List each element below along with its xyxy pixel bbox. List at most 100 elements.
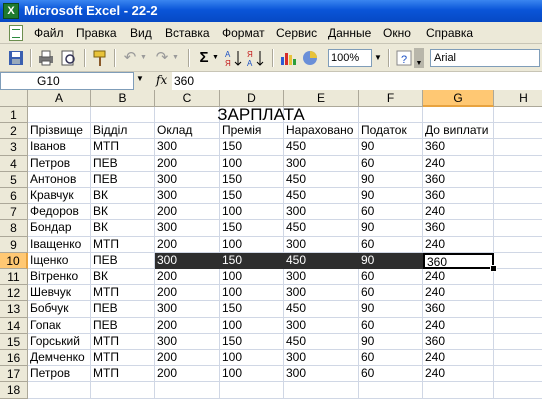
cell-f4[interactable]: 60: [359, 155, 423, 172]
cell-a4[interactable]: Петров: [28, 155, 91, 172]
menu-data[interactable]: Данные: [328, 26, 371, 40]
cell-e10[interactable]: 450: [284, 252, 359, 269]
cell-d10[interactable]: 150: [220, 252, 284, 269]
cell-b8[interactable]: ВК: [91, 220, 155, 237]
fill-handle[interactable]: [490, 265, 497, 272]
print-preview-icon[interactable]: [58, 48, 78, 68]
cell-b11[interactable]: ВК: [91, 269, 155, 286]
spreadsheet-grid[interactable]: A B C D E F G H 1 2 Прізвище Відділ Оклад Премія Нарах…: [0, 90, 542, 420]
cell-d12[interactable]: 100: [220, 285, 284, 302]
cell-g3[interactable]: 360: [423, 139, 494, 156]
cell-d3[interactable]: 150: [220, 139, 284, 156]
column-header-f[interactable]: F: [359, 90, 423, 107]
cell-g18[interactable]: [423, 382, 494, 399]
cell-b16[interactable]: МТП: [91, 350, 155, 367]
print-icon[interactable]: [36, 48, 56, 68]
cell-e13[interactable]: 450: [284, 301, 359, 318]
cell-d16[interactable]: 100: [220, 350, 284, 367]
cell-h8[interactable]: [494, 220, 542, 237]
row-header-9[interactable]: 9: [0, 236, 28, 253]
menu-file[interactable]: Файл: [34, 26, 64, 40]
cell-e9[interactable]: 300: [284, 236, 359, 253]
cell-c15[interactable]: 300: [155, 333, 220, 350]
row-header-17[interactable]: 17: [0, 366, 28, 383]
cell-b9[interactable]: МТП: [91, 236, 155, 253]
menu-format[interactable]: Формат: [222, 26, 265, 40]
redo-dropdown-icon[interactable]: ▼: [172, 48, 182, 68]
row-header-12[interactable]: 12: [0, 285, 28, 302]
cell-b18[interactable]: [91, 382, 155, 399]
cell-f5[interactable]: 90: [359, 171, 423, 188]
menu-edit[interactable]: Правка: [76, 26, 117, 40]
cell-e2[interactable]: Нараховано: [284, 123, 359, 140]
chart-wizard-icon[interactable]: [278, 48, 298, 68]
cell-g9[interactable]: 240: [423, 236, 494, 253]
cell-b6[interactable]: ВК: [91, 188, 155, 205]
cell-g13[interactable]: 360: [423, 301, 494, 318]
cell-h9[interactable]: [494, 237, 542, 253]
cell-b12[interactable]: МТП: [91, 285, 155, 302]
column-header-a[interactable]: A: [28, 90, 91, 107]
cell-c16[interactable]: 200: [155, 350, 220, 367]
cell-f2[interactable]: Податок: [359, 123, 423, 140]
cell-e7[interactable]: 300: [284, 204, 359, 221]
workbook-icon[interactable]: [9, 25, 23, 41]
row-header-10[interactable]: 10: [0, 252, 28, 269]
row-header-13[interactable]: 13: [0, 301, 28, 318]
column-header-b[interactable]: B: [91, 90, 155, 107]
menu-view[interactable]: Вид: [130, 26, 152, 40]
cell-a8[interactable]: Бондар: [28, 220, 91, 237]
menu-tools[interactable]: Сервис: [276, 26, 317, 40]
cell-a11[interactable]: Вітренко: [28, 269, 91, 286]
autosum-icon[interactable]: Σ: [194, 48, 214, 68]
cell-h17[interactable]: [494, 366, 542, 383]
cell-g17[interactable]: 240: [423, 366, 494, 383]
zoom-select[interactable]: 100%: [328, 49, 372, 67]
sort-descending-icon[interactable]: ЯA: [246, 48, 266, 68]
cell-d11[interactable]: 100: [220, 269, 284, 286]
cell-e8[interactable]: 450: [284, 220, 359, 237]
cell-e17[interactable]: 300: [284, 366, 359, 383]
row-header-2[interactable]: 2: [0, 123, 28, 140]
cell-g7[interactable]: 240: [423, 204, 494, 221]
cell-f9[interactable]: 60: [359, 236, 423, 253]
cell-f17[interactable]: 60: [359, 366, 423, 383]
cell-g11[interactable]: 240: [423, 269, 494, 286]
font-name-select[interactable]: Arial: [430, 49, 540, 67]
cell-d2[interactable]: Премія: [220, 123, 284, 140]
cell-g12[interactable]: 240: [423, 285, 494, 302]
autosum-dropdown-icon[interactable]: ▼: [212, 48, 222, 68]
cell-d8[interactable]: 150: [220, 220, 284, 237]
cell-g5[interactable]: 360: [423, 171, 494, 188]
cell-g8[interactable]: 360: [423, 220, 494, 237]
row-header-18[interactable]: 18: [0, 382, 28, 399]
cell-h3[interactable]: [494, 139, 542, 156]
cell-e3[interactable]: 450: [284, 139, 359, 156]
sort-ascending-icon[interactable]: AЯ: [224, 48, 244, 68]
cell-g2[interactable]: До виплати: [423, 123, 494, 140]
cell-f15[interactable]: 90: [359, 333, 423, 350]
cell-f7[interactable]: 60: [359, 204, 423, 221]
cell-d14[interactable]: 100: [220, 317, 284, 334]
cell-d17[interactable]: 100: [220, 366, 284, 383]
cell-a9[interactable]: Іващенко: [28, 236, 91, 253]
cell-b13[interactable]: ПЕВ: [91, 301, 155, 318]
cell-c4[interactable]: 200: [155, 155, 220, 172]
cell-h18[interactable]: [494, 382, 542, 399]
cell-c11[interactable]: 200: [155, 269, 220, 286]
cell-h4[interactable]: [494, 156, 542, 172]
cell-e18[interactable]: [284, 382, 359, 399]
cell-c18[interactable]: [155, 382, 220, 399]
cell-a10[interactable]: Іщенко: [28, 252, 91, 269]
cell-c12[interactable]: 200: [155, 285, 220, 302]
column-header-c[interactable]: C: [155, 90, 220, 107]
cell-c6[interactable]: 300: [155, 188, 220, 205]
formula-input[interactable]: 360: [172, 72, 542, 90]
cell-a17[interactable]: Петров: [28, 366, 91, 383]
cell-c10[interactable]: 300: [155, 252, 220, 269]
cell-f8[interactable]: 90: [359, 220, 423, 237]
cell-d6[interactable]: 150: [220, 188, 284, 205]
cell-e16[interactable]: 300: [284, 350, 359, 367]
row-header-1[interactable]: 1: [0, 107, 28, 124]
cell-f16[interactable]: 60: [359, 350, 423, 367]
